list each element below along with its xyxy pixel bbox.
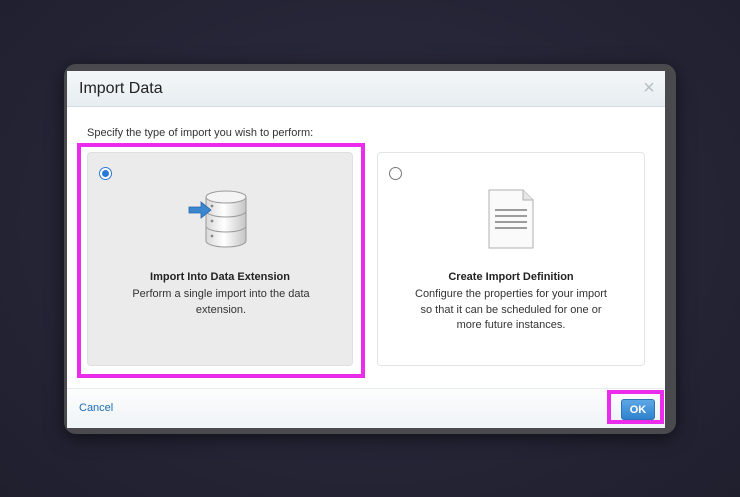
option-description: Perform a single import into the data ex…	[132, 288, 310, 316]
option-import-into-data-extension[interactable]: Import Into Data Extension Perform a sin…	[87, 152, 353, 366]
dialog-footer: Cancel OK	[67, 388, 665, 428]
option-create-import-definition[interactable]: Create Import Definition Configure the p…	[377, 152, 645, 366]
dialog-title: Import Data	[79, 80, 163, 97]
import-data-dialog: Import Data × Specify the type of import…	[67, 71, 665, 428]
document-icon	[488, 189, 534, 249]
option-radio-create-import-definition[interactable]	[389, 167, 402, 180]
option-title: Create Import Definition	[448, 271, 574, 283]
ok-button[interactable]: OK	[621, 399, 655, 420]
dialog-header: Import Data ×	[67, 71, 665, 107]
close-icon[interactable]: ×	[641, 78, 657, 98]
cancel-link[interactable]: Cancel	[79, 402, 113, 414]
instruction-text: Specify the type of import you wish to p…	[87, 127, 314, 139]
option-description: Configure the properties for your import…	[415, 288, 607, 331]
option-radio-import-into-data-extension[interactable]	[99, 167, 112, 180]
database-import-icon	[188, 190, 247, 248]
option-title: Import Into Data Extension	[150, 271, 290, 283]
